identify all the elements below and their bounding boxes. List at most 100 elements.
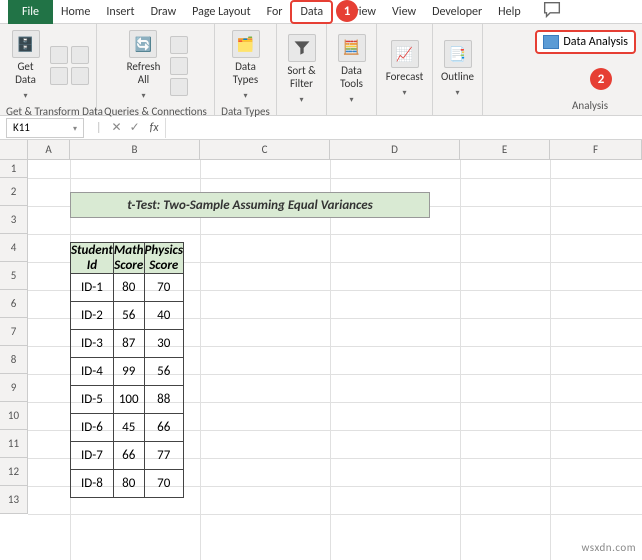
from-text-icon[interactable] <box>50 46 68 64</box>
group-analysis: Data Analysis Analysis <box>483 24 642 115</box>
tab-developer[interactable]: Developer <box>424 0 490 24</box>
tab-formulas[interactable]: For <box>259 0 291 24</box>
sort-filter-button[interactable]: Sort & Filter <box>283 32 319 107</box>
table-row: ID-49956 <box>71 358 184 386</box>
group-sort-filter: Sort & Filter <box>277 24 327 115</box>
tab-page-layout[interactable]: Page Layout <box>184 0 258 24</box>
table-cell[interactable]: 99 <box>113 358 144 386</box>
row-header[interactable]: 11 <box>0 430 28 458</box>
separator: | <box>90 121 108 135</box>
table-cell[interactable]: 80 <box>113 470 144 498</box>
row-header[interactable]: 3 <box>0 206 28 234</box>
mini-icons[interactable] <box>170 36 188 96</box>
col-header-e[interactable]: E <box>460 140 550 159</box>
cancel-icon[interactable]: ✕ <box>108 120 126 135</box>
data-tools-button[interactable]: 🧮 Data Tools <box>334 32 370 107</box>
col-header-a[interactable]: A <box>28 140 70 159</box>
table-cell[interactable]: 70 <box>144 470 183 498</box>
data-analysis-button[interactable]: Data Analysis <box>535 30 636 54</box>
spreadsheet-grid[interactable]: A B C D E F 1 2 3 4 5 6 7 8 9 10 11 12 1… <box>0 140 642 160</box>
col-header-c[interactable]: C <box>200 140 330 159</box>
row-header[interactable]: 10 <box>0 402 28 430</box>
table-cell[interactable]: 77 <box>144 442 183 470</box>
col-header-b[interactable]: B <box>70 140 200 159</box>
table-row: ID-510088 <box>71 386 184 414</box>
queries-icon[interactable] <box>170 36 188 54</box>
get-data-button[interactable]: 🗄️ Get Data <box>8 28 44 103</box>
table-cell[interactable]: 80 <box>113 274 144 302</box>
row-header[interactable]: 8 <box>0 346 28 374</box>
forecast-label: Forecast <box>386 70 424 83</box>
table-cell[interactable]: 70 <box>144 274 183 302</box>
table-cell[interactable]: 87 <box>113 330 144 358</box>
table-cell[interactable]: 66 <box>113 442 144 470</box>
col-header-f[interactable]: F <box>550 140 642 159</box>
data-types-button[interactable]: 🗂️ Data Types <box>228 28 264 103</box>
group-queries: 🔄 Refresh All Queries & Connections <box>97 24 215 115</box>
col-header-d[interactable]: D <box>330 140 460 159</box>
table-cell[interactable]: 88 <box>144 386 183 414</box>
tab-view[interactable]: View <box>384 0 424 24</box>
name-box-dropdown-icon[interactable] <box>73 121 77 134</box>
table-cell[interactable]: ID-8 <box>71 470 114 498</box>
data-tools-icon: 🧮 <box>338 34 366 62</box>
outline-label: Outline <box>441 70 474 83</box>
get-data-icon: 🗄️ <box>12 30 40 58</box>
mini-icons[interactable] <box>50 46 89 85</box>
table-cell[interactable]: 40 <box>144 302 183 330</box>
table-cell[interactable]: ID-2 <box>71 302 114 330</box>
table-cell[interactable]: 66 <box>144 414 183 442</box>
dropdown-caret-icon <box>243 88 247 101</box>
table-cell[interactable]: ID-7 <box>71 442 114 470</box>
table-row: ID-38730 <box>71 330 184 358</box>
row-header[interactable]: 5 <box>0 262 28 290</box>
dropdown-caret-icon <box>141 88 145 101</box>
from-web-icon[interactable] <box>71 46 89 64</box>
table-cell[interactable]: 30 <box>144 330 183 358</box>
row-header[interactable]: 9 <box>0 374 28 402</box>
tab-help[interactable]: Help <box>490 0 529 24</box>
watermark: wsxdn.com <box>582 541 636 554</box>
outline-icon: 📑 <box>444 40 472 68</box>
properties-icon[interactable] <box>170 57 188 75</box>
row-header[interactable]: 2 <box>0 178 28 206</box>
table-cell[interactable]: ID-4 <box>71 358 114 386</box>
row-header[interactable]: 13 <box>0 486 28 514</box>
table-cell[interactable]: 56 <box>113 302 144 330</box>
table-cell[interactable]: 56 <box>144 358 183 386</box>
table-cell[interactable]: 100 <box>113 386 144 414</box>
outline-button[interactable]: 📑 Outline <box>437 38 478 100</box>
tab-home[interactable]: Home <box>53 0 98 24</box>
formula-bar: K11 | ✕ ✓ fx <box>0 116 642 140</box>
row-header[interactable]: 1 <box>0 160 28 178</box>
table-cell[interactable]: ID-3 <box>71 330 114 358</box>
tab-draw[interactable]: Draw <box>143 0 185 24</box>
callout-2: 2 <box>590 68 612 90</box>
table-cell[interactable]: 45 <box>113 414 144 442</box>
row-header[interactable]: 4 <box>0 234 28 262</box>
row-header[interactable]: 12 <box>0 458 28 486</box>
comments-icon[interactable] <box>541 0 563 25</box>
formula-input[interactable] <box>165 118 642 138</box>
refresh-all-button[interactable]: 🔄 Refresh All <box>123 28 165 103</box>
table-cell[interactable]: ID-6 <box>71 414 114 442</box>
tab-data[interactable]: Data <box>290 0 333 24</box>
forecast-button[interactable]: 📈 Forecast <box>382 38 428 100</box>
group-data-tools: 🧮 Data Tools <box>327 24 377 115</box>
tab-insert[interactable]: Insert <box>98 0 142 24</box>
from-table-icon[interactable] <box>50 67 68 85</box>
row-header[interactable]: 7 <box>0 318 28 346</box>
row-header[interactable]: 6 <box>0 290 28 318</box>
sheet-title: t-Test: Two-Sample Assuming Equal Varian… <box>70 192 430 218</box>
tab-file[interactable]: File <box>8 0 53 24</box>
select-all-corner[interactable] <box>0 140 28 159</box>
edit-links-icon[interactable] <box>170 78 188 96</box>
enter-icon[interactable]: ✓ <box>126 120 144 135</box>
dropdown-caret-icon <box>402 85 406 98</box>
table-cell[interactable]: ID-5 <box>71 386 114 414</box>
fx-label[interactable]: fx <box>144 121 159 135</box>
name-box[interactable]: K11 <box>6 118 84 138</box>
recent-sources-icon[interactable] <box>71 67 89 85</box>
table-cell[interactable]: ID-1 <box>71 274 114 302</box>
table-row: ID-18070 <box>71 274 184 302</box>
